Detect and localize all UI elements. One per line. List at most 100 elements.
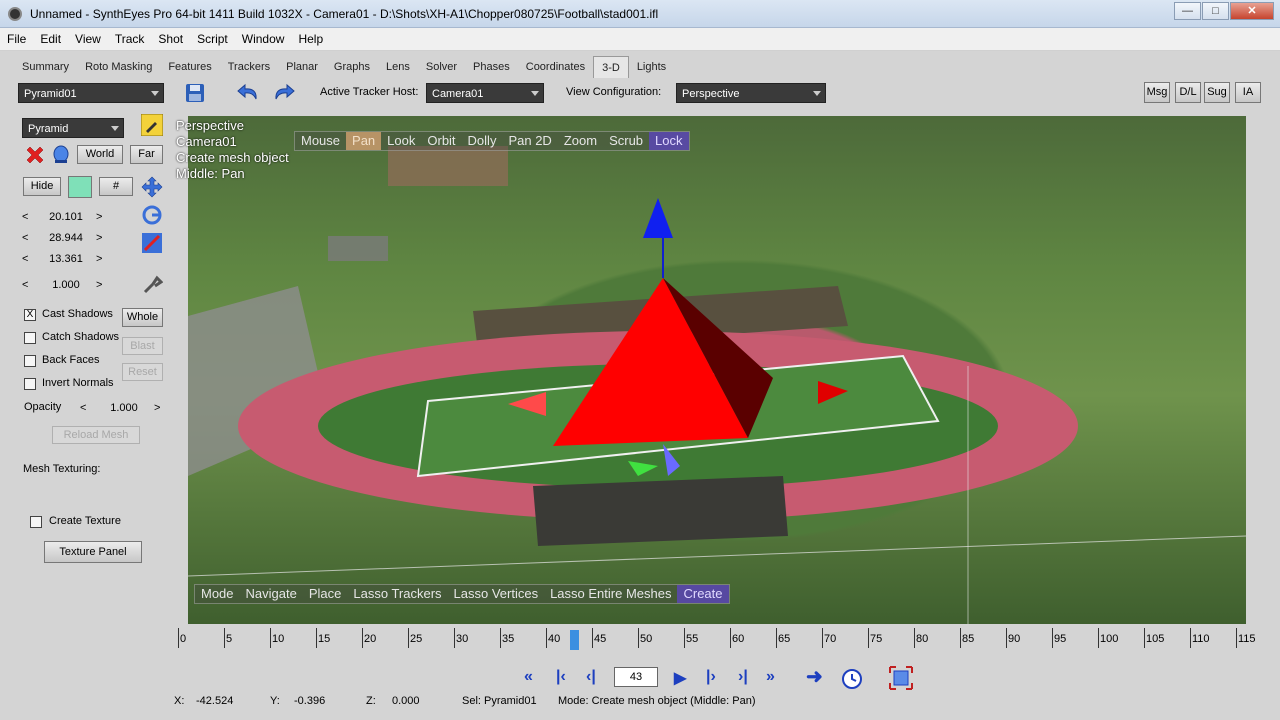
sug-button[interactable]: Sug	[1204, 82, 1230, 103]
tab-3d[interactable]: 3-D	[593, 56, 629, 78]
color-swatch[interactable]	[68, 176, 92, 198]
increment-arrow[interactable]: >	[96, 232, 110, 248]
menu-script[interactable]: Script	[190, 32, 235, 46]
opacity-spinner[interactable]: < 1.000 >	[80, 402, 170, 418]
decrement-arrow[interactable]: <	[22, 211, 36, 227]
rewind-icon[interactable]: «	[524, 668, 533, 686]
increment-arrow[interactable]: >	[96, 279, 110, 295]
dl-button[interactable]: D/L	[1175, 82, 1201, 103]
menu-edit[interactable]: Edit	[33, 32, 68, 46]
position-z-value[interactable]: 13.361	[36, 253, 96, 269]
object-select[interactable]: Pyramid01	[18, 83, 164, 103]
timeline[interactable]: 0 5 10 15 20 25 30 35 40 45 50 55 60 65 70 75 80 85 90 95 10…	[170, 628, 1262, 656]
bell-icon[interactable]	[52, 144, 70, 166]
view-config-select[interactable]: Perspective	[676, 83, 826, 103]
tab-features[interactable]: Features	[160, 56, 219, 78]
zoom-mode-button[interactable]: Zoom	[558, 132, 603, 150]
lasso-trackers-button[interactable]: Lasso Trackers	[347, 585, 447, 603]
position-x-spinner[interactable]: < 20.101 >	[22, 211, 112, 227]
wrench-icon[interactable]	[141, 274, 164, 296]
catch-shadows-checkbox[interactable]	[24, 332, 36, 344]
maximize-button[interactable]: □	[1202, 2, 1229, 20]
prev-frame-icon[interactable]: ‹|	[586, 668, 596, 686]
delete-icon[interactable]	[24, 144, 46, 166]
perspective-viewport[interactable]: Mouse Pan Look Orbit Dolly Pan 2D Zoom S…	[188, 116, 1246, 624]
dolly-mode-button[interactable]: Dolly	[462, 132, 503, 150]
tab-summary[interactable]: Summary	[14, 56, 77, 78]
lock-button[interactable]: Lock	[649, 132, 689, 150]
increment-arrow[interactable]: >	[96, 211, 110, 227]
tab-lens[interactable]: Lens	[378, 56, 418, 78]
menu-shot[interactable]: Shot	[151, 32, 190, 46]
close-button[interactable]: ✕	[1230, 2, 1274, 20]
size-value[interactable]: 1.000	[36, 279, 96, 295]
tab-phases[interactable]: Phases	[465, 56, 518, 78]
look-mode-button[interactable]: Look	[381, 132, 421, 150]
tab-roto-masking[interactable]: Roto Masking	[77, 56, 160, 78]
decrement-arrow[interactable]: <	[22, 253, 36, 269]
next-frame-icon[interactable]: |›	[706, 668, 716, 686]
viewport-scrollbar[interactable]	[1246, 106, 1262, 624]
menu-help[interactable]: Help	[291, 32, 330, 46]
position-z-spinner[interactable]: < 13.361 >	[22, 253, 112, 269]
hide-button[interactable]: Hide	[23, 177, 61, 196]
lasso-vertices-button[interactable]: Lasso Vertices	[448, 585, 545, 603]
tab-trackers[interactable]: Trackers	[220, 56, 278, 78]
opacity-value[interactable]: 1.000	[94, 402, 154, 418]
decrement-arrow[interactable]: <	[80, 402, 94, 418]
back-faces-checkbox[interactable]	[24, 355, 36, 367]
create-texture-checkbox[interactable]	[30, 516, 42, 528]
menu-file[interactable]: File	[0, 32, 33, 46]
menu-view[interactable]: View	[68, 32, 108, 46]
blast-button[interactable]: Blast	[122, 337, 163, 355]
decrement-arrow[interactable]: <	[22, 279, 36, 295]
far-button[interactable]: Far	[130, 145, 163, 164]
scrub-mode-button[interactable]: Scrub	[603, 132, 649, 150]
increment-arrow[interactable]: >	[154, 402, 168, 418]
play-icon[interactable]: ▶	[674, 668, 686, 688]
size-spinner[interactable]: < 1.000 >	[22, 279, 112, 295]
undo-icon[interactable]	[236, 82, 262, 104]
navigate-mode-button[interactable]: Navigate	[240, 585, 303, 603]
texture-panel-button[interactable]: Texture Panel	[44, 541, 142, 563]
scale-icon[interactable]	[141, 232, 163, 254]
pan-mode-button[interactable]: Pan	[346, 132, 382, 150]
pencil-icon[interactable]	[140, 113, 164, 137]
save-icon[interactable]	[184, 82, 206, 104]
reset-button[interactable]: Reset	[122, 363, 163, 381]
tracker-host-select[interactable]: Camera01	[426, 83, 544, 103]
position-y-value[interactable]: 28.944	[36, 232, 96, 248]
tab-lights[interactable]: Lights	[629, 56, 674, 78]
first-frame-icon[interactable]: |‹	[556, 668, 566, 686]
tab-coordinates[interactable]: Coordinates	[518, 56, 593, 78]
fast-forward-icon[interactable]: »	[766, 668, 775, 686]
move-icon[interactable]	[141, 176, 163, 198]
timeline-cursor[interactable]	[570, 630, 579, 650]
place-mode-button[interactable]: Place	[303, 585, 348, 603]
hash-button[interactable]: #	[99, 177, 133, 196]
lasso-entire-meshes-button[interactable]: Lasso Entire Meshes	[544, 585, 677, 603]
tab-planar[interactable]: Planar	[278, 56, 326, 78]
cast-shadows-checkbox[interactable]: X	[24, 309, 36, 321]
ia-button[interactable]: IA	[1235, 82, 1261, 103]
whole-button[interactable]: Whole	[122, 308, 163, 327]
increment-arrow[interactable]: >	[96, 253, 110, 269]
pan2d-mode-button[interactable]: Pan 2D	[502, 132, 557, 150]
menu-track[interactable]: Track	[108, 32, 152, 46]
invert-normals-checkbox[interactable]	[24, 378, 36, 390]
msg-button[interactable]: Msg	[1144, 82, 1170, 103]
arrow-right-icon[interactable]: ➜	[806, 664, 823, 689]
last-frame-icon[interactable]: ›|	[738, 668, 748, 686]
tab-solver[interactable]: Solver	[418, 56, 465, 78]
clock-icon[interactable]	[840, 666, 864, 690]
create-mode-button[interactable]: Create	[677, 585, 729, 603]
position-y-spinner[interactable]: < 28.944 >	[22, 232, 112, 248]
reload-mesh-button[interactable]: Reload Mesh	[52, 426, 140, 444]
world-button[interactable]: World	[77, 145, 123, 164]
menu-window[interactable]: Window	[235, 32, 292, 46]
fit-frame-icon[interactable]	[888, 665, 914, 691]
position-x-value[interactable]: 20.101	[36, 211, 96, 227]
current-frame-input[interactable]: 43	[614, 667, 658, 687]
orbit-mode-button[interactable]: Orbit	[421, 132, 461, 150]
minimize-button[interactable]: —	[1174, 2, 1201, 20]
